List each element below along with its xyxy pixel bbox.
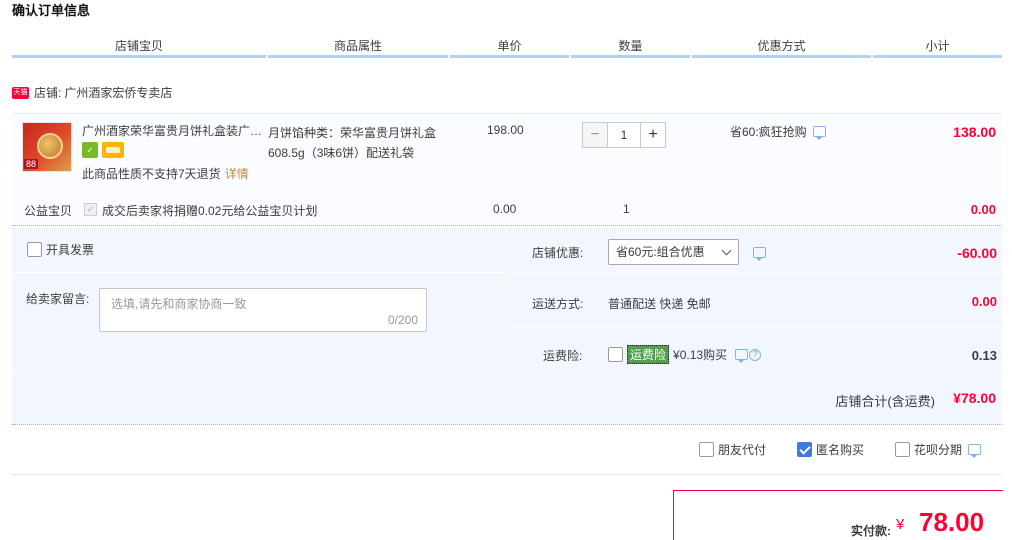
anonymous-buy-label: 匿名购买 xyxy=(816,443,865,457)
huabei-installment-option[interactable]: 花呗分期 xyxy=(895,441,962,458)
left-extras: 开具发票 给卖家留言: 选填,请先和商家协商一致 0/200 xyxy=(12,227,506,373)
seller-message-input[interactable]: 选填,请先和商家协商一致 0/200 xyxy=(99,288,427,332)
anonymous-buy-option[interactable]: 匿名购买 xyxy=(797,441,864,458)
shop-total-row: 店铺合计(含运费) ¥78.00 xyxy=(12,373,1002,425)
chat-icon[interactable] xyxy=(753,247,766,261)
order-table-header: 店铺宝贝 商品属性 单价 数量 优惠方式 小计 xyxy=(12,36,1002,58)
service-icons: ✓ xyxy=(82,142,124,158)
shop-discount-row: 店铺优惠: 省60元:组合优惠 -60.00 xyxy=(507,227,1003,274)
guarantee-icon[interactable]: ✓ xyxy=(82,142,98,158)
product-thumbnail[interactable]: 88 xyxy=(22,122,72,172)
quantity-stepper: − 1 + xyxy=(582,122,666,148)
shipping-amount: 0.00 xyxy=(971,294,997,309)
return-policy-note: 此商品性质不支持7天退货 详情 xyxy=(82,165,249,182)
col-attributes: 商品属性 xyxy=(268,36,448,58)
unit-price: 198.00 xyxy=(487,123,524,137)
charity-text: 成交后卖家将捐赠0.02元给公益宝贝计划 xyxy=(102,204,318,218)
message-char-counter: 0/200 xyxy=(387,313,418,327)
shop-discount-label: 店铺优惠: xyxy=(532,246,584,260)
shop-total-value: ¥78.00 xyxy=(953,390,996,406)
col-discount: 优惠方式 xyxy=(692,36,871,58)
shop-discount-amount: -60.00 xyxy=(957,245,997,261)
shop-row: 天猫 店铺: 广州酒家宏侨专卖店 xyxy=(12,84,172,101)
insurance-price: ¥0.13购买 xyxy=(673,348,728,362)
invoice-option[interactable]: 开具发票 xyxy=(27,241,94,258)
charity-price: 0.00 xyxy=(493,202,517,216)
discount-text: 省60:疯狂抢购 xyxy=(730,125,807,139)
friend-pay-checkbox[interactable] xyxy=(699,442,714,457)
shipping-label: 运送方式: xyxy=(532,297,584,311)
charity-label: 公益宝贝 xyxy=(24,204,73,218)
mooncake-image xyxy=(37,133,63,159)
huabei-installment-checkbox[interactable] xyxy=(895,442,911,457)
shop-label: 店铺: xyxy=(34,86,62,100)
help-icon[interactable]: ? xyxy=(749,348,762,361)
col-shop-item: 店铺宝贝 xyxy=(12,36,266,58)
insurance-row: 运费险: 运费险 ¥0.13购买 ? 0.13 xyxy=(507,327,1003,373)
product-title-link[interactable]: 广州酒家荣华富贵月饼礼盒装广州特产 xyxy=(82,123,267,139)
insurance-amount: 0.13 xyxy=(971,348,997,363)
divider xyxy=(12,474,1002,475)
chat-icon[interactable] xyxy=(968,444,982,458)
item-subtotal: 138.00 xyxy=(953,124,996,140)
quantity-increase-button[interactable]: + xyxy=(640,122,666,148)
product-attributes: 月饼馅种类：荣华富贵月饼礼盒608.5g（3味6饼）配送礼袋 xyxy=(268,126,437,160)
return-detail-link[interactable]: 详情 xyxy=(225,167,249,181)
tmall-icon: 天猫 xyxy=(12,86,29,99)
shop-name-link[interactable]: 广州酒家宏侨专卖店 xyxy=(64,84,172,101)
card-payment-icon[interactable] xyxy=(102,142,124,158)
payment-summary: 实付款: ¥ 78.00 xyxy=(673,490,1003,540)
shipping-method: 普通配送 快递 免邮 xyxy=(608,297,711,311)
shop-discount-select[interactable]: 省60元:组合优惠 xyxy=(608,239,739,265)
insurance-option[interactable]: 运费险 ¥0.13购买 ? xyxy=(608,345,762,364)
charity-subtotal: 0.00 xyxy=(970,202,996,217)
invoice-checkbox[interactable] xyxy=(27,242,42,257)
huabei-installment-label: 花呗分期 xyxy=(914,443,963,457)
order-item: 88 广州酒家荣华富贵月饼礼盒装广州特产 ✓ 此商品性质不支持7天退货 详情 月饼… xyxy=(12,113,1002,226)
thumb-tag: 88 xyxy=(24,159,39,169)
quantity-input[interactable]: 1 xyxy=(608,122,640,148)
friend-pay-label: 朋友代付 xyxy=(718,443,767,457)
col-price: 单价 xyxy=(450,36,569,58)
shipping-row: 运送方式: 普通配送 快递 免邮 0.00 xyxy=(507,274,1003,327)
insurance-label: 运费险: xyxy=(543,349,583,363)
shop-discount-selected: 省60元:组合优惠 xyxy=(616,245,705,259)
divider xyxy=(12,272,506,273)
payment-amount: 78.00 xyxy=(919,507,985,537)
insurance-badge: 运费险 xyxy=(627,345,670,364)
friend-pay-option[interactable]: 朋友代付 xyxy=(699,441,766,458)
charity-quantity: 1 xyxy=(623,202,630,216)
seller-message-label: 给卖家留言: xyxy=(26,292,90,306)
chat-icon[interactable] xyxy=(812,126,826,140)
anonymous-buy-checkbox[interactable] xyxy=(797,442,813,457)
message-placeholder: 选填,请先和商家协商一致 xyxy=(111,297,247,311)
invoice-label: 开具发票 xyxy=(46,243,95,257)
order-extras-panel: 开具发票 给卖家留言: 选填,请先和商家协商一致 0/200 店铺优惠: 省60… xyxy=(12,227,1003,425)
insurance-checkbox[interactable] xyxy=(608,347,623,362)
quantity-decrease-button[interactable]: − xyxy=(582,122,608,148)
payment-currency: ¥ xyxy=(896,516,905,533)
return-note-text: 此商品性质不支持7天退货 xyxy=(82,167,221,181)
purchase-options: 朋友代付 匿名购买 花呗分期 xyxy=(699,441,982,458)
col-subtotal: 小计 xyxy=(873,36,1002,58)
right-extras: 店铺优惠: 省60元:组合优惠 -60.00 运送方式: 普通配送 快递 免邮 … xyxy=(506,227,1003,373)
col-quantity: 数量 xyxy=(571,36,690,58)
chat-icon[interactable] xyxy=(735,349,749,363)
shop-total-label: 店铺合计(含运费) xyxy=(835,394,935,409)
page-title: 确认订单信息 xyxy=(12,3,91,18)
charity-checkbox: ✓ xyxy=(84,203,97,216)
payment-label: 实付款: xyxy=(851,524,891,538)
chevron-down-icon xyxy=(721,245,732,256)
discount-method: 省60:疯狂抢购 xyxy=(730,123,826,140)
